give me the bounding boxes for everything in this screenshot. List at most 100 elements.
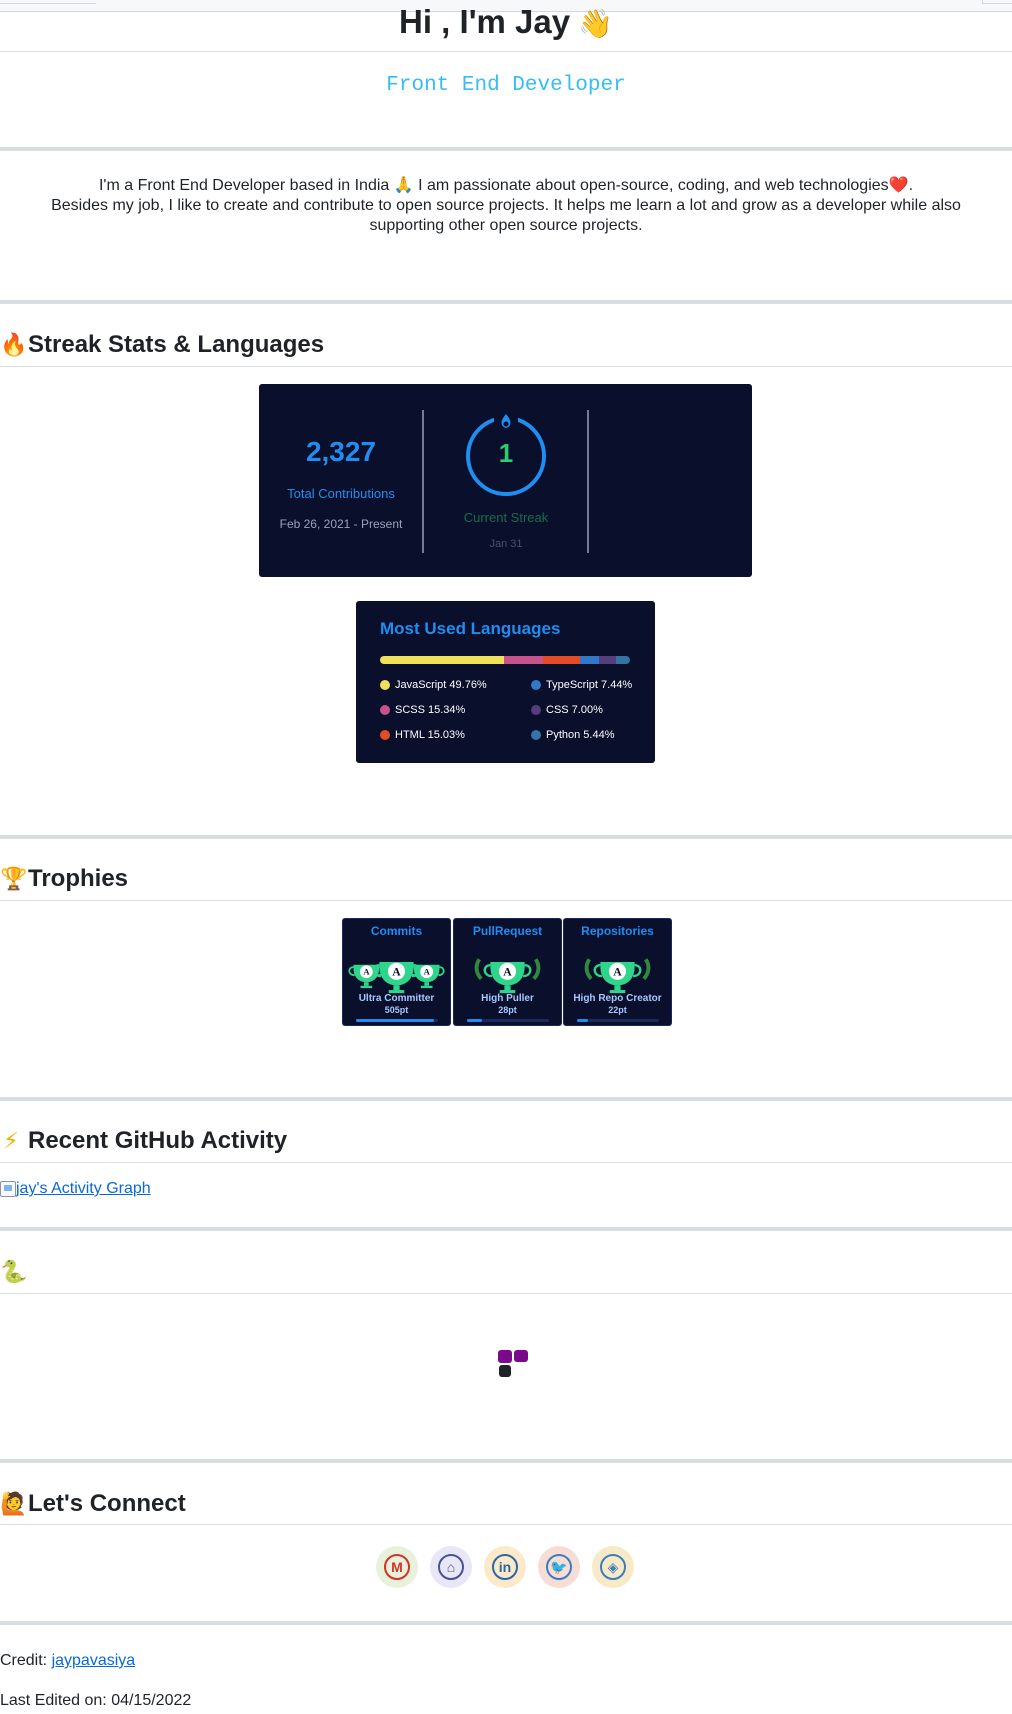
trophy-icon: 🏆 (0, 866, 28, 891)
section-divider (0, 147, 1012, 151)
language-legend-item: JavaScript 49.76% (380, 679, 487, 691)
greeting-text: Hi , I'm Jay (399, 3, 571, 40)
pray-icon: 🙏 (393, 177, 414, 194)
portfolio-link[interactable]: ◈ (592, 1546, 634, 1588)
heading-underline (0, 1293, 1012, 1294)
language-bar-segment (598, 656, 617, 664)
section-divider (0, 1459, 1012, 1463)
about-paragraph: I'm a Front End Developer based in India… (18, 176, 994, 236)
gmail-link[interactable]: M (376, 1546, 418, 1588)
trophy-cup-icon: A A A (348, 962, 445, 994)
section-divider (0, 1621, 1012, 1625)
trophy-title: PullRequest (472, 924, 543, 938)
language-label: CSS 7.00% (546, 704, 603, 716)
page-title: Hi , I'm Jay 👋 (0, 2, 1012, 44)
twitter-link[interactable]: 🐦 (538, 1546, 580, 1588)
language-label: JavaScript 49.76% (395, 679, 487, 691)
language-color-dot (380, 705, 390, 715)
total-contributions-value: 2,327 (305, 436, 377, 467)
trophy-progress-fill (356, 1019, 434, 1022)
about-line2: Besides my job, I like to create and con… (51, 197, 961, 234)
section-heading-activity: ⚡ Recent GitHub Activity (0, 1126, 287, 1156)
trophy-points: 505pt (384, 1005, 409, 1015)
stat-divider (587, 410, 589, 553)
heading-underline (0, 366, 1012, 367)
about-line1: I'm a Front End Developer based in India… (18, 176, 994, 196)
language-color-dot (531, 730, 541, 740)
current-streak-label: Current Streak (463, 510, 549, 525)
trophy-card[interactable]: Commits A A A Ultra Committer 505pt (342, 918, 451, 1026)
languages-card[interactable]: Most Used Languages JavaScript 49.76% SCS… (356, 601, 655, 763)
activity-graph-link[interactable]: jay's Activity Graph (0, 1180, 151, 1198)
section-title: Recent GitHub Activity (28, 1127, 288, 1154)
credit-link[interactable]: jaypavasiya (52, 1652, 136, 1669)
github-icon: ⌂ (438, 1554, 464, 1580)
trophy-progress-track (467, 1019, 549, 1022)
about-text: I am passionate about open-source, codin… (413, 177, 889, 194)
trophy-grade: A (392, 965, 401, 978)
trophy-title: Commits (370, 924, 423, 938)
total-contributions-label: Total Contributions (287, 486, 395, 501)
language-bar-segment (380, 656, 505, 664)
section-divider (0, 300, 1012, 304)
section-heading-connect: 🙋 Let's Connect (0, 1489, 186, 1519)
trophy-grade: A (423, 967, 430, 977)
language-color-dot (531, 705, 541, 715)
language-color-dot (380, 680, 390, 690)
trophy-grade: A (503, 965, 512, 978)
heading-underline (0, 1162, 1012, 1163)
current-streak-value: 1 (498, 438, 514, 468)
section-heading-streak: 🔥 Streak Stats & Languages (0, 330, 324, 360)
trophy-card[interactable]: PullRequest A High Puller 28pt (453, 918, 562, 1026)
title-divider (0, 51, 1012, 52)
github-link[interactable]: ⌂ (430, 1546, 472, 1588)
language-label: HTML 15.03% (395, 729, 465, 741)
linkedin-icon: in (492, 1554, 518, 1580)
trophy-title: Repositories (581, 924, 654, 938)
trophy-points: 28pt (498, 1005, 517, 1015)
trophy-card[interactable]: Repositories A High Repo Creator 22pt (563, 918, 672, 1026)
trophy-progress-fill (577, 1019, 589, 1022)
credit-line: Credit: jaypavasiya (0, 1652, 135, 1670)
streak-stats-card[interactable]: 2,327 Total Contributions Feb 26, 2021 -… (259, 384, 752, 577)
total-contributions-range: Feb 26, 2021 - Present (279, 517, 403, 531)
broken-image-icon (0, 1181, 16, 1197)
language-legend-item: SCSS 15.34% (380, 704, 465, 716)
language-label: SCSS 15.34% (395, 704, 466, 716)
language-bar-segment (580, 656, 599, 664)
trophy-cup-icon: A (584, 958, 651, 994)
language-legend-item: HTML 15.03% (380, 729, 465, 741)
languages-card-title: Most Used Languages (380, 619, 561, 638)
twitter-icon: 🐦 (546, 1554, 572, 1580)
gmail-icon: M (384, 1554, 410, 1580)
language-bar-segment (542, 656, 581, 664)
section-divider (0, 835, 1012, 839)
language-label: TypeScript 7.44% (546, 679, 633, 691)
language-color-dot (380, 730, 390, 740)
fire-icon: 🔥 (0, 332, 28, 357)
trophy-grade: A (613, 965, 622, 978)
trophy-points: 22pt (608, 1005, 627, 1015)
wave-icon: 👋 (578, 8, 613, 39)
current-streak-range: Jan 31 (489, 538, 523, 550)
trophy-rank: High Puller (481, 993, 534, 1004)
loading-logo-icon (498, 1349, 530, 1381)
linkedin-link[interactable]: in (484, 1546, 526, 1588)
portfolio-icon: ◈ (600, 1554, 626, 1580)
section-title: Let's Connect (28, 1490, 186, 1517)
heart-icon: ❤️ (888, 177, 909, 194)
trophy-rank: High Repo Creator (573, 993, 662, 1004)
language-color-dot (531, 680, 541, 690)
trophy-progress-fill (467, 1019, 482, 1022)
about-text: I'm a Front End Developer based in India (98, 177, 390, 194)
trophy-progress-track (356, 1019, 438, 1022)
heading-underline (0, 900, 1012, 901)
language-legend-item: CSS 7.00% (531, 704, 603, 716)
trophy-rank: Ultra Committer (358, 993, 435, 1004)
heading-underline (0, 1524, 1012, 1525)
last-edited: Last Edited on: 04/15/2022 (0, 1692, 192, 1709)
social-links: M ⌂ in 🐦 ◈ (376, 1546, 636, 1588)
languages-progress-bar (380, 656, 630, 664)
language-legend-item: TypeScript 7.44% (531, 679, 632, 691)
section-heading-trophies: 🏆 Trophies (0, 864, 128, 894)
